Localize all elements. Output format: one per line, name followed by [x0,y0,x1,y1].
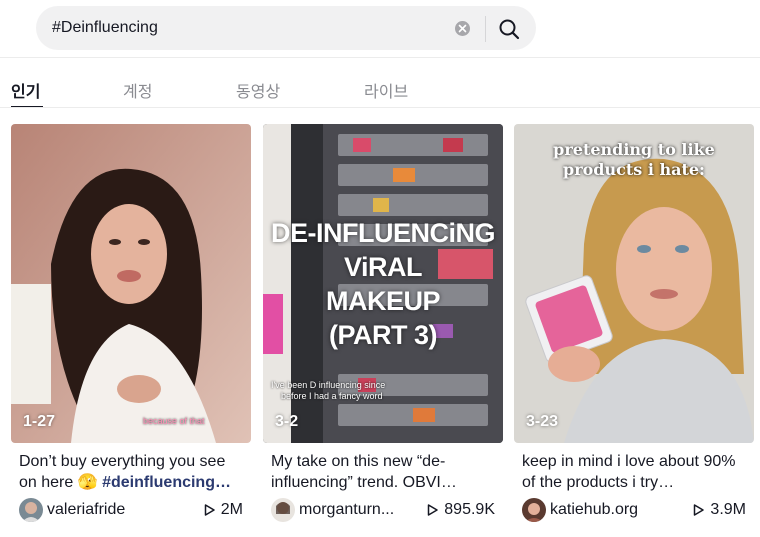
video-thumbnail[interactable]: because of that 1-27 [11,124,251,443]
video-thumbnail-image [11,124,251,443]
search-icon [499,19,520,40]
video-meta: valeriafride 2M [19,498,247,522]
tab-accounts[interactable]: 계정 [123,78,152,102]
tabs-divider [0,107,760,108]
search-input[interactable] [52,6,432,50]
overlay-line: (PART 3) [329,320,438,350]
clear-search-button[interactable] [455,21,470,36]
views-value: 3.9M [710,501,746,518]
overlay-line: MAKEUP [325,286,441,316]
search-divider [485,16,486,42]
video-meta: katiehub.org 3.9M [522,498,750,522]
video-rank: 3-23 [526,413,559,430]
search-bar [36,6,536,50]
avatar[interactable] [19,498,43,522]
avatar[interactable] [271,498,295,522]
search-button[interactable] [496,16,522,42]
video-card[interactable]: pretending to like products i hate: 3-23… [514,124,754,524]
play-icon [428,504,439,516]
tab-live[interactable]: 라이브 [364,78,408,102]
overlay-line: products i hate: [563,160,705,179]
overlay-line: ViRAL [343,252,423,282]
video-card[interactable]: because of that 1-27 Don’t buy everythin… [11,124,251,524]
username[interactable]: valeriafride [47,501,157,519]
play-icon [694,504,705,516]
video-overlay-text: pretending to like products i hate: [514,140,754,180]
video-description: Don’t buy everything you see on here 🫣 #… [19,451,247,493]
username[interactable]: morganturn... [299,501,409,519]
video-caption: I've been D influencing since [271,380,386,390]
video-overlay-text: DE-INFLUENCiNG ViRAL MAKEUP (PART 3) [263,216,503,352]
overlay-line: DE-INFLUENCiNG [271,218,496,248]
video-rank: 1-27 [23,413,56,430]
video-caption: before I had a fancy word [281,391,383,401]
search-tabs: 인기 계정 동영상 라이브 [0,72,760,108]
play-icon [204,504,215,516]
tab-top[interactable]: 인기 [11,78,40,102]
video-description: My take on this new “de-influencing” tre… [271,453,457,491]
video-thumbnail[interactable]: pretending to like products i hate: 3-23 [514,124,754,443]
video-description: keep in mind i love about 90% of the pro… [522,453,736,491]
video-caption: because of that [143,416,205,426]
avatar[interactable] [522,498,546,522]
hashtag-link[interactable]: #deinfluencing… [102,474,231,491]
video-thumbnail[interactable]: DE-INFLUENCiNG ViRAL MAKEUP (PART 3) I'v… [263,124,503,443]
header-divider [0,57,760,58]
overlay-line: pretending to like [553,140,715,159]
views-value: 2M [220,501,243,518]
close-icon [458,24,467,33]
username[interactable]: katiehub.org [550,501,660,519]
video-meta: morganturn... 895.9K [271,498,499,522]
view-count: 895.9K [427,501,495,519]
views-value: 895.9K [444,501,495,518]
video-rank: 3-2 [275,413,299,430]
view-count: 2M [204,501,243,519]
tab-videos[interactable]: 동영상 [236,78,280,102]
view-count: 3.9M [693,501,746,519]
video-card[interactable]: DE-INFLUENCiNG ViRAL MAKEUP (PART 3) I'v… [263,124,503,524]
